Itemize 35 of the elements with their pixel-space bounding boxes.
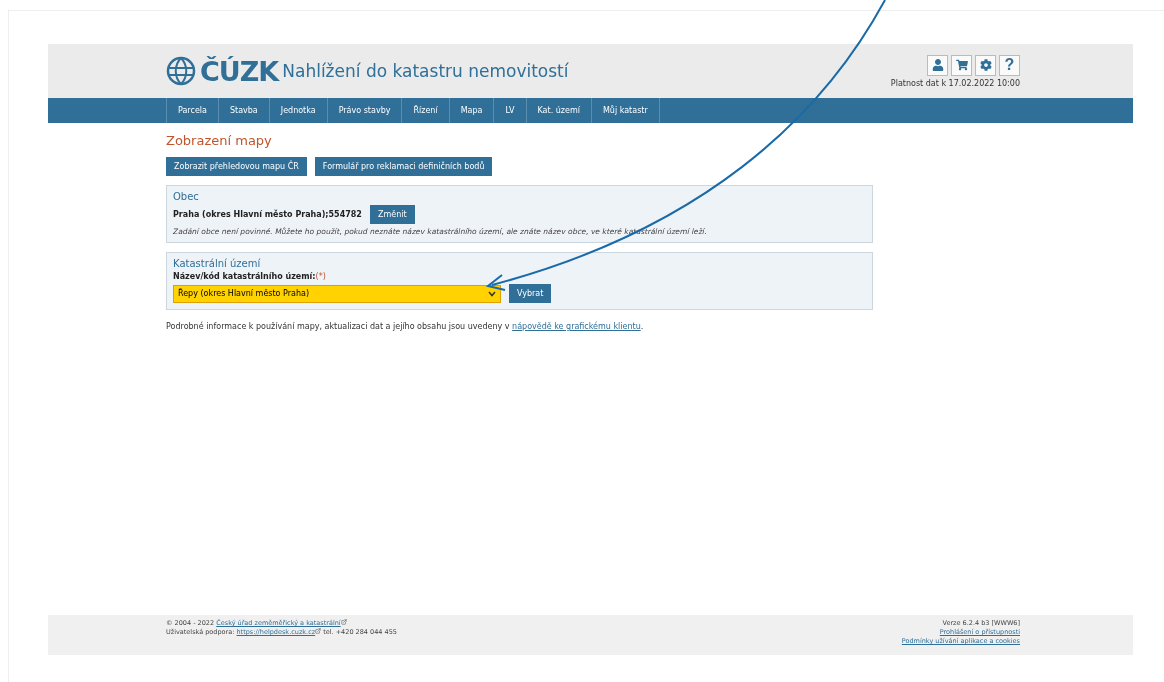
help-button[interactable]: ? [999, 54, 1020, 76]
cart-button[interactable] [951, 54, 972, 76]
panel-heading: Obec [173, 191, 200, 202]
external-link-icon [340, 619, 347, 625]
data-validity: Platnost dat k 17.02.2022 10:00 [890, 78, 1020, 88]
settings-button[interactable] [975, 54, 996, 76]
cart-icon [955, 59, 968, 71]
page-title: Zobrazení mapy [166, 133, 273, 148]
info-text: Podrobné informace k používání mapy, aktualizaci dat a jejího obsahu jsou uvedeny v nápovědě ke grafickému klientu. [166, 322, 645, 331]
panel-heading: Katastrální území [173, 258, 262, 269]
municipality-value: Praha (okres Hlavní město Praha);554782 [173, 210, 362, 219]
site-title: Nahlížení do katastru nemovitostí [282, 61, 569, 81]
nav-item[interactable]: Jednotka [268, 98, 327, 123]
external-link-icon [315, 628, 322, 634]
select-button[interactable]: Vybrat [509, 284, 552, 303]
nav-item[interactable]: Mapa [448, 98, 494, 123]
settings-icon [979, 59, 992, 71]
nav-item[interactable]: Parcela [166, 98, 218, 123]
user-icon [931, 59, 944, 71]
action-button[interactable]: Zobrazit přehledovou mapu ČR [166, 157, 307, 176]
nav-item[interactable]: Můj katastr [590, 98, 660, 123]
nav-item[interactable]: LV [493, 98, 526, 123]
cadastre-select[interactable]: Řepy (okres Hlavní město Praha) [173, 284, 501, 303]
change-button[interactable]: Změnit [369, 205, 415, 224]
chevron-down-icon [488, 290, 496, 297]
user-button[interactable] [927, 54, 948, 76]
nav-item[interactable]: Právo stavby [326, 98, 402, 123]
help-link[interactable]: nápovědě ke grafickému klientu [512, 322, 641, 331]
nav-item[interactable]: Stavba [217, 98, 269, 123]
nav-item[interactable]: Řízení [401, 98, 449, 123]
logo-text: ČÚZK [200, 55, 279, 87]
globe-logo-icon [166, 56, 196, 86]
field-label: Název/kód katastrálního území:(*) [173, 272, 327, 281]
nav-item[interactable]: Kat. území [525, 98, 591, 123]
action-button[interactable]: Formulář pro reklamaci definičních bodů [314, 157, 493, 176]
